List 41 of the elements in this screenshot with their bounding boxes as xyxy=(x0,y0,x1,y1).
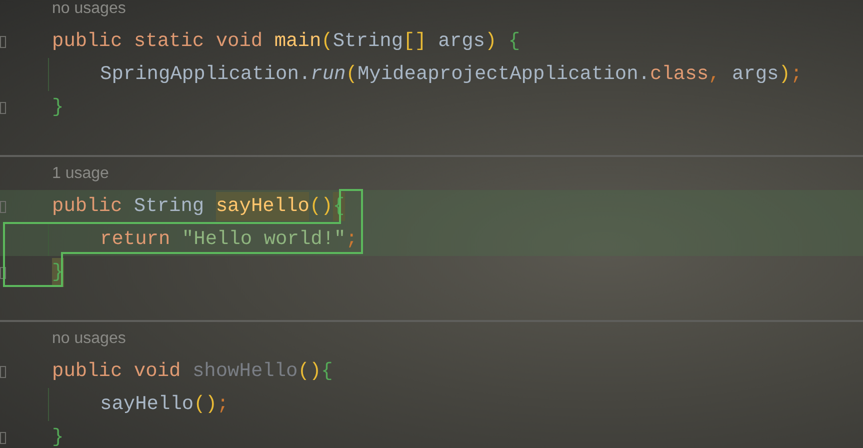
code-token: args xyxy=(437,28,485,54)
code-token: "Hello world!" xyxy=(182,226,346,252)
fold-icon[interactable] xyxy=(0,432,6,444)
code-token: main xyxy=(274,28,322,54)
code-token: { xyxy=(321,358,333,384)
code-token: sayHello xyxy=(216,192,310,222)
code-token: return xyxy=(100,226,172,252)
code-token: class xyxy=(650,62,709,87)
fold-icon[interactable] xyxy=(0,366,6,378)
code-token: args xyxy=(732,62,779,87)
code-token: public static void xyxy=(52,28,264,54)
code-token: public xyxy=(52,194,124,219)
code-token: ; xyxy=(790,62,802,87)
code-token: ) xyxy=(485,28,497,54)
code-token: ) xyxy=(778,62,790,87)
code-token: ( xyxy=(321,28,333,54)
code-token: showHello xyxy=(192,358,298,384)
code-token: , xyxy=(708,62,722,87)
code-token: } xyxy=(52,94,64,120)
fold-icon[interactable] xyxy=(0,102,6,114)
code-token: } xyxy=(52,424,64,448)
fold-icon[interactable] xyxy=(0,36,6,48)
fold-icon[interactable] xyxy=(0,266,6,278)
usage-hint[interactable]: no usages xyxy=(52,0,126,20)
code-token: String xyxy=(332,28,404,54)
code-token: ; xyxy=(217,392,229,417)
code-token: run xyxy=(310,62,346,87)
code-token: () xyxy=(298,358,322,384)
usage-hint[interactable]: no usages xyxy=(52,326,126,350)
code-token: ; xyxy=(346,226,358,252)
code-token: SpringApplication. xyxy=(100,62,311,87)
usage-hint[interactable]: 1 usage xyxy=(52,162,109,186)
code-token: public void xyxy=(52,358,182,384)
code-token: { xyxy=(507,28,520,54)
code-token: String xyxy=(134,194,206,219)
code-token: MyideaprojectApplication. xyxy=(357,62,650,87)
code-token: sayHello xyxy=(100,392,194,417)
code-token: [] xyxy=(403,28,426,54)
code-token: () xyxy=(194,392,218,417)
code-token: ( xyxy=(346,62,358,87)
code-token: () xyxy=(309,194,333,219)
